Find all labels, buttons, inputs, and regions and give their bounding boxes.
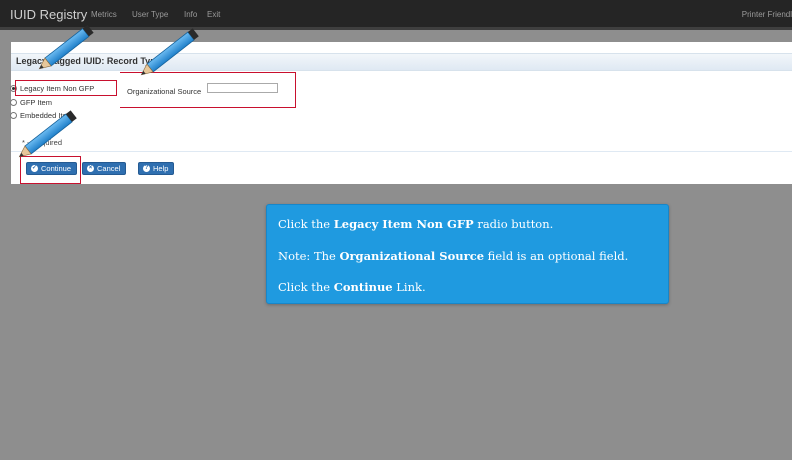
- pencil-icon: [38, 24, 94, 70]
- instruction-line-3: Click the Continue Link.: [278, 280, 426, 294]
- instruction-callout: Click the Legacy Item Non GFP radio butt…: [266, 204, 669, 304]
- pencil-icons: [18, 24, 199, 158]
- pencil-icon: [140, 28, 199, 76]
- instruction-line-1: Click the Legacy Item Non GFP radio butt…: [278, 217, 554, 231]
- instruction-line-2: Note: The Organizational Source field is…: [278, 249, 629, 263]
- pencil-icon: [18, 110, 77, 158]
